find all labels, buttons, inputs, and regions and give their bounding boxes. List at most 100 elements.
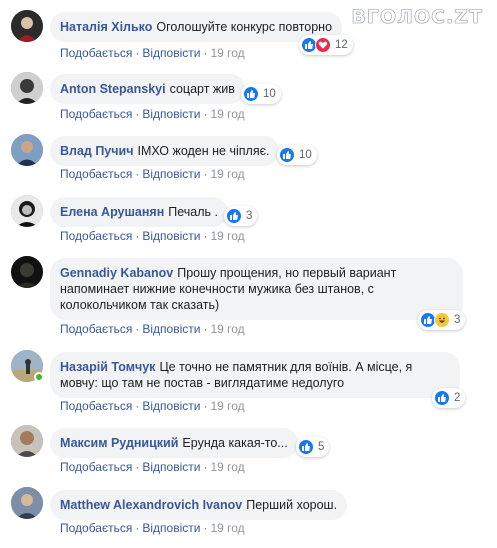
reply-link[interactable]: Відповісти [142, 107, 200, 121]
comment-author[interactable]: Назарій Томчук [60, 360, 155, 374]
separator: · [135, 322, 140, 336]
comment-author[interactable]: Влад Пучич [60, 144, 133, 158]
comment-author[interactable]: Gennadiy Kabanov [60, 266, 173, 280]
like-reaction-icon [434, 390, 450, 406]
avatar[interactable] [11, 487, 43, 519]
separator: · [135, 460, 140, 474]
avatar[interactable] [11, 195, 43, 227]
comment-time[interactable]: 19 год [210, 322, 244, 336]
comment-text-line: напоминает нижние конечности мужика без … [60, 282, 374, 296]
comment-time[interactable]: 19 год [210, 167, 244, 181]
separator: · [135, 229, 140, 243]
reply-link[interactable]: Відповісти [142, 229, 200, 243]
comment-text: Оголошуйте конкурс повторно [156, 20, 333, 34]
reaction-count: 5 [318, 441, 325, 453]
reactions-summary[interactable]: 5 [296, 437, 330, 457]
like-reaction-icon [226, 208, 242, 224]
avatar[interactable] [11, 425, 43, 457]
like-link[interactable]: Подобається [60, 229, 132, 243]
comment-bubble: Anton Stepanskyi соцарт жив [50, 74, 245, 104]
comment-actions: Подобається · Відповісти · 19 год [60, 46, 245, 60]
like-link[interactable]: Подобається [60, 107, 132, 121]
separator: · [203, 399, 208, 413]
comment-text: Прошу прощения, но первый вариант [177, 266, 397, 280]
reactions-summary[interactable]: 12 [299, 35, 353, 55]
comment-actions: Подобається · Відповісти · 19 год [60, 229, 245, 243]
comment-time[interactable]: 19 год [210, 46, 244, 60]
reactions-summary[interactable]: 10 [277, 145, 317, 165]
avatar[interactable] [11, 134, 43, 166]
comment-text: Печаль . [168, 205, 219, 219]
like-link[interactable]: Подобається [60, 46, 132, 60]
comment-time[interactable]: 19 год [210, 399, 244, 413]
comment-time[interactable]: 19 год [210, 229, 244, 243]
reply-link[interactable]: Відповісти [142, 322, 200, 336]
site-watermark-logo: ВГОЛОС.ZT [351, 6, 483, 29]
comment-author[interactable]: Matthew Alexandrovich Ivanov [60, 498, 242, 512]
reactions-summary[interactable]: 10 [241, 84, 281, 104]
comment-time[interactable]: 19 год [210, 460, 244, 474]
reply-link[interactable]: Відповісти [142, 521, 200, 535]
like-reaction-icon [243, 86, 259, 102]
comment-bubble: Влад Пучич ІМХО жоден не чіпляє. [50, 136, 280, 166]
reaction-count: 10 [299, 149, 312, 161]
avatar[interactable] [11, 72, 43, 104]
comment-text: Це точно не памятник для воїнів. А місце… [159, 360, 413, 374]
comment-time[interactable]: 19 год [210, 107, 244, 121]
comment-bubble: Максим Рудницкий Ерунда какая-то... [50, 428, 298, 458]
reply-link[interactable]: Відповісти [142, 167, 200, 181]
reactions-summary[interactable]: 2 [432, 388, 466, 408]
separator: · [203, 46, 208, 60]
comment-author[interactable]: Максим Рудницкий [60, 436, 178, 450]
like-link[interactable]: Подобається [60, 167, 132, 181]
comment-bubble: Наталія Хілько Оголошуйте конкурс повторн… [50, 12, 343, 42]
like-reaction-icon [298, 439, 314, 455]
like-reaction-icon [279, 147, 295, 163]
separator: · [203, 167, 208, 181]
reaction-count: 10 [263, 88, 276, 100]
separator: · [203, 322, 208, 336]
reply-link[interactable]: Відповісти [142, 46, 200, 60]
comment-bubble: Matthew Alexandrovich Ivanov Перший хорош… [50, 490, 348, 520]
reactions-summary[interactable]: 3 [418, 310, 466, 330]
comment-actions: Подобається · Відповісти · 19 год [60, 521, 245, 535]
reaction-count: 3 [454, 314, 461, 326]
separator: · [135, 399, 140, 413]
comment-author[interactable]: Елена Арушанян [60, 205, 164, 219]
like-link[interactable]: Подобається [60, 460, 132, 474]
comment-actions: Подобається · Відповісти · 19 год [60, 167, 245, 181]
comment-time[interactable]: 19 год [210, 521, 244, 535]
separator: · [135, 167, 140, 181]
separator: · [203, 107, 208, 121]
reaction-count: 3 [246, 210, 253, 222]
reaction-count: 2 [454, 392, 461, 404]
comment-text: соцарт жив [169, 82, 235, 96]
comment-author[interactable]: Anton Stepanskyi [60, 82, 166, 96]
separator: · [203, 521, 208, 535]
comment-text: ІМХО жоден не чіпляє. [137, 144, 270, 158]
comment-text: Перший хорош. [246, 498, 338, 512]
like-link[interactable]: Подобається [60, 521, 132, 535]
online-status-indicator [34, 372, 44, 382]
avatar[interactable] [11, 256, 43, 288]
separator: · [203, 460, 208, 474]
avatar[interactable] [11, 10, 43, 42]
like-link[interactable]: Подобається [60, 399, 132, 413]
separator: · [135, 107, 140, 121]
like-link[interactable]: Подобається [60, 322, 132, 336]
comment-bubble: Назарій Томчук Це точно не памятник для в… [50, 352, 460, 398]
comment-actions: Подобається · Відповісти · 19 год [60, 460, 245, 474]
comment-bubble: Gennadiy Kabanov Прошу прощения, но первы… [50, 258, 463, 320]
love-reaction-icon [315, 37, 331, 53]
comment-actions: Подобається · Відповісти · 19 год [60, 399, 245, 413]
reply-link[interactable]: Відповісти [142, 399, 200, 413]
reactions-summary[interactable]: 3 [224, 206, 258, 226]
comment-text: Ерунда какая-то... [182, 436, 288, 450]
comment-bubble: Елена Арушанян Печаль . [50, 197, 229, 227]
haha-reaction-icon [434, 312, 450, 328]
reply-link[interactable]: Відповісти [142, 460, 200, 474]
comment-actions: Подобається · Відповісти · 19 год [60, 107, 245, 121]
separator: · [135, 521, 140, 535]
separator: · [135, 46, 140, 60]
comment-author[interactable]: Наталія Хілько [60, 20, 152, 34]
